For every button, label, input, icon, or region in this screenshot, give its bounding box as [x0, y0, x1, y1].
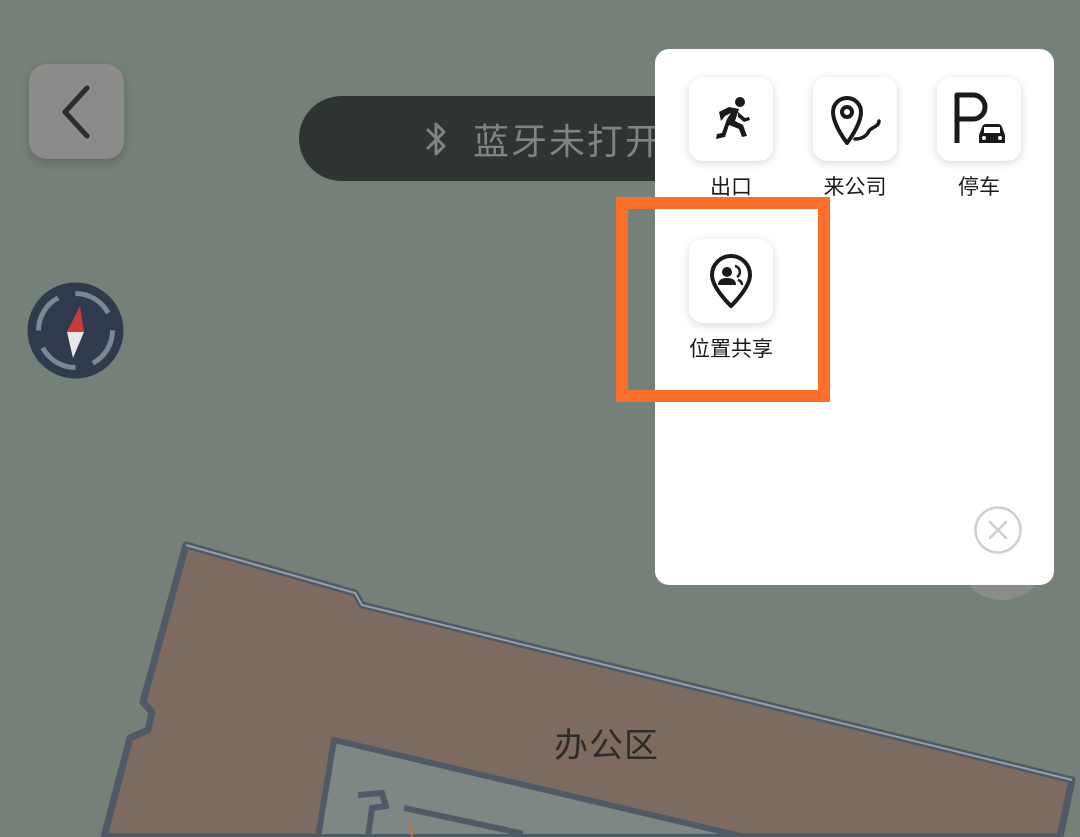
chevron-left-icon — [62, 85, 89, 138]
compass-icon[interactable] — [27, 282, 124, 379]
bluetooth-status-text: 蓝牙未打开 — [473, 121, 664, 163]
office-building-outline — [100, 541, 1076, 837]
exit-button[interactable] — [689, 77, 773, 161]
parking-label: 停车 — [958, 175, 1000, 199]
exit-running-person-icon — [716, 97, 750, 139]
come-to-company-button[interactable] — [813, 77, 897, 161]
back-button[interactable] — [29, 64, 124, 159]
parking-button[interactable] — [937, 77, 1021, 161]
office-area-label: 办公区 — [554, 726, 659, 766]
location-route-icon — [831, 96, 881, 145]
bluetooth-icon — [426, 122, 446, 156]
parking-car-icon — [954, 92, 1005, 143]
close-circle-icon[interactable] — [973, 505, 1023, 555]
highlight-annotation — [616, 197, 830, 402]
